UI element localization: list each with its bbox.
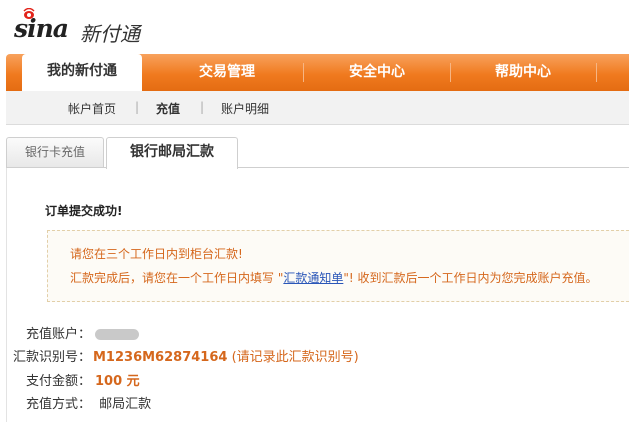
method-label: 充值方式：: [25, 397, 91, 412]
success-message: 订单提交成功!: [45, 204, 123, 218]
amount-label: 支付金额：: [25, 374, 91, 389]
remittance-notice: 请您在三个工作日内到柜台汇款! 汇款完成后，请您在一个工作日内填写 "汇款通知单…: [47, 230, 629, 302]
account-label: 充值账户：: [25, 327, 91, 342]
remittance-code-label: 汇款识别号：: [12, 350, 91, 365]
logo-product-name: 新付通: [80, 22, 140, 46]
notice-line-1: 请您在三个工作日内到柜台汇款!: [70, 247, 243, 261]
tab-bank-post-remittance[interactable]: 银行邮局汇款: [106, 137, 238, 169]
subnav-separator: |: [200, 100, 205, 114]
order-content: 订单提交成功! 请您在三个工作日内到柜台汇款! 汇款完成后，请您在一个工作日内填…: [6, 168, 629, 422]
account-row: 充值账户：: [7, 323, 139, 342]
masked-account-value: [95, 329, 139, 340]
subnav-account-details[interactable]: 账户明细: [221, 100, 269, 117]
remittance-code-row: 汇款识别号： M1236M62874164 (请记录此汇款识别号): [7, 346, 359, 365]
tab-help-center[interactable]: 帮助中心: [458, 54, 588, 91]
subnav-recharge[interactable]: 充值: [156, 100, 180, 117]
tab-bank-card-recharge[interactable]: 银行卡充值: [6, 137, 104, 167]
tab-my-sinapay[interactable]: 我的新付通: [22, 54, 142, 94]
notice-text-before: 汇款完成后，请您在一个工作日内填写 ": [70, 271, 284, 285]
sub-nav: 帐户首页 | 充值 | 账户明细: [6, 91, 629, 125]
logo-brand: sina: [14, 14, 69, 43]
remittance-code-value: M1236M62874164: [93, 350, 228, 365]
method-row: 充值方式： 邮局汇款: [7, 393, 151, 412]
method-value: 邮局汇款: [99, 397, 152, 412]
nav-divider: [596, 63, 597, 82]
tab-security-center[interactable]: 安全中心: [312, 54, 442, 91]
nav-divider: [303, 63, 304, 82]
main-nav: 我的新付通 交易管理 安全中心 帮助中心: [6, 54, 629, 94]
nav-divider: [450, 63, 451, 82]
recharge-method-tabs: 银行卡充值 银行邮局汇款: [6, 137, 629, 169]
amount-value: 100 元: [95, 374, 140, 389]
notice-text-after: "! 收到汇款后一个工作日内为您完成账户充值。: [343, 271, 598, 285]
remittance-code-note: (请记录此汇款识别号): [231, 350, 359, 365]
notice-line-2: 汇款完成后，请您在一个工作日内填写 "汇款通知单"! 收到汇款后一个工作日内为您…: [70, 269, 598, 286]
amount-row: 支付金额： 100 元: [7, 370, 140, 389]
tab-trade-management[interactable]: 交易管理: [162, 54, 292, 91]
remittance-notice-form-link[interactable]: 汇款通知单: [283, 271, 343, 285]
subnav-separator: |: [135, 100, 140, 114]
subnav-account-home[interactable]: 帐户首页: [68, 100, 116, 117]
